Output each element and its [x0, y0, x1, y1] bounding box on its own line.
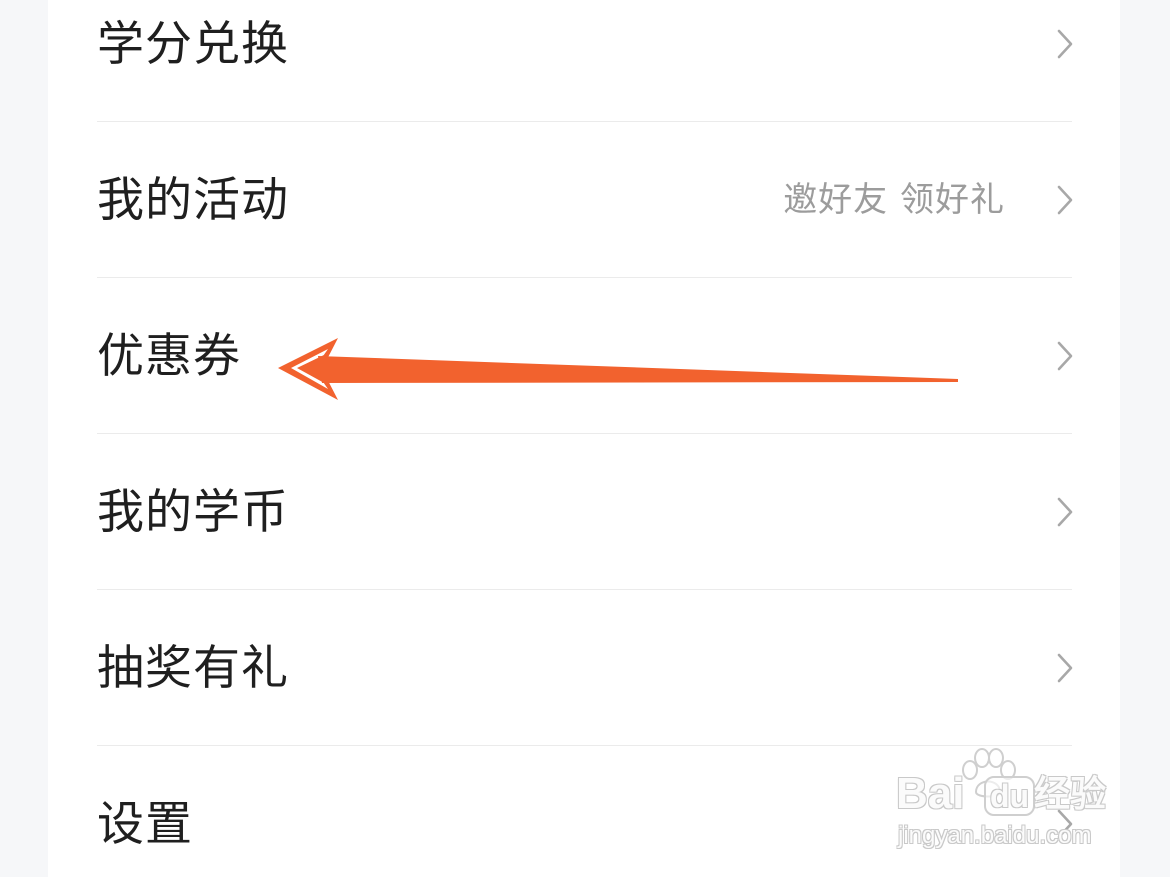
- chevron-right-icon: [1057, 29, 1073, 59]
- menu-item-settings[interactable]: 设置: [48, 746, 1120, 877]
- menu-item-my-activities[interactable]: 我的活动 邀好友 领好礼: [48, 122, 1120, 278]
- menu-item-label: 优惠券: [97, 328, 241, 384]
- menu-item-hint: 邀好友 领好礼: [783, 180, 1005, 220]
- menu-item-label: 抽奖有礼: [97, 640, 289, 696]
- chevron-right-icon: [1057, 809, 1073, 839]
- menu-item-my-coins[interactable]: 我的学币: [48, 434, 1120, 590]
- chevron-right-icon: [1057, 497, 1073, 527]
- menu-item-label: 我的活动: [97, 172, 289, 228]
- menu-card: 学分兑换 我的活动 邀好友 领好礼 优惠券 我的学币 抽奖有礼 设置: [48, 0, 1120, 877]
- chevron-right-icon: [1057, 341, 1073, 371]
- chevron-right-icon: [1057, 185, 1073, 215]
- menu-item-lucky-draw[interactable]: 抽奖有礼: [48, 590, 1120, 746]
- menu-item-label: 学分兑换: [97, 16, 289, 72]
- screen: 学分兑换 我的活动 邀好友 领好礼 优惠券 我的学币 抽奖有礼 设置 Bai d…: [0, 0, 1170, 877]
- menu-item-coupons[interactable]: 优惠券: [48, 278, 1120, 434]
- menu-item-label: 设置: [97, 796, 193, 852]
- chevron-right-icon: [1057, 653, 1073, 683]
- menu-item-credit-exchange[interactable]: 学分兑换: [48, 0, 1120, 122]
- menu-item-label: 我的学币: [97, 484, 289, 540]
